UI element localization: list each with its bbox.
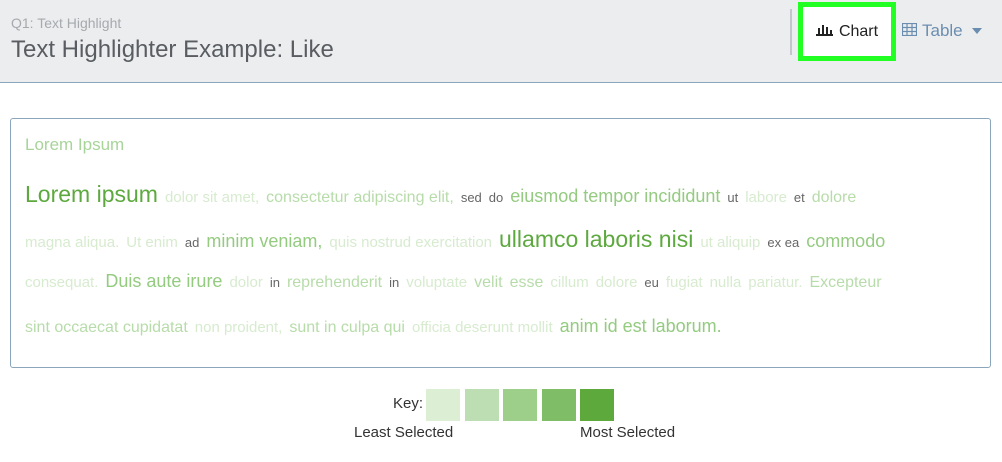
header-divider (790, 9, 792, 55)
highlighted-phrase: labore (745, 189, 787, 206)
highlighted-phrase: sint occaecat cupidatat (25, 319, 188, 336)
highlighted-phrase: magna aliqua. (25, 234, 120, 251)
key-swatch (426, 389, 460, 421)
highlighted-phrase: anim id est laborum. (559, 316, 722, 336)
highlighted-phrase: cillum (550, 274, 589, 291)
caret-down-icon (971, 28, 982, 34)
header: Q1: Text Highlight Text Highlighter Exam… (0, 0, 1002, 83)
word-cloud: Lorem ipsum dolor sit amet, consectetur ad… (25, 181, 980, 356)
highlighted-phrase: Ut enim (126, 234, 178, 251)
text-line: sint occaecat cupidatat non proident, sunt… (25, 316, 980, 356)
highlighted-phrase: dolor (229, 274, 263, 291)
highlighted-phrase: fugiat (665, 274, 703, 291)
highlighted-phrase: non proident, (194, 319, 283, 336)
table-icon (901, 21, 918, 41)
table-button-label: Table (922, 21, 963, 40)
highlighted-phrase: consequat. (25, 274, 99, 291)
highlighted-phrase: ex ea (767, 235, 800, 250)
highlighted-phrase: do (488, 190, 504, 205)
highlighted-phrase: eiusmod tempor incididunt (510, 186, 721, 206)
text-line: Lorem ipsum dolor sit amet, consectetur ad… (25, 181, 980, 226)
key-most-selected: Most Selected (580, 424, 676, 441)
highlighted-phrase: ullamco laboris nisi (499, 226, 694, 252)
highlighted-phrase: ut (727, 190, 739, 205)
highlighted-phrase: dolore (595, 274, 638, 291)
panel-title: Lorem Ipsum (25, 135, 125, 154)
chart-button-label: Chart (838, 22, 879, 40)
highlighted-phrase: pariatur. (748, 274, 803, 291)
highlighted-phrase: quis nostrud exercitation (329, 234, 493, 251)
highlighted-phrase: nulla (709, 274, 742, 291)
highlighted-phrase: in (269, 275, 280, 290)
question-subtitle: Q1: Text Highlight (11, 15, 122, 31)
highlighted-phrase: dolor sit amet, (164, 189, 260, 206)
highlighted-phrase: Excepteur (809, 274, 882, 291)
key-swatch (580, 389, 614, 421)
key-swatch (464, 389, 499, 421)
highlighted-phrase: eu (644, 275, 659, 290)
highlighted-phrase: reprehenderit (286, 274, 383, 291)
text-highlight-panel: Lorem Ipsum Lorem ipsum dolor sit amet, co… (10, 118, 991, 368)
highlighted-phrase: ad (184, 235, 200, 250)
key-swatch (541, 389, 576, 421)
bar-chart-icon (815, 23, 833, 41)
highlighted-phrase: Lorem ipsum (25, 181, 158, 207)
highlighted-phrase: officia deserunt mollit (411, 319, 553, 336)
highlighted-phrase: ut aliquip (700, 234, 761, 251)
highlighted-phrase: sunt in culpa qui (289, 319, 405, 336)
highlighted-phrase: consectetur adipiscing elit, (266, 189, 454, 206)
text-line: consequat. Duis aute irure dolor in reprehen… (25, 271, 980, 316)
highlighted-phrase: et (793, 190, 805, 205)
key-label: Key: (393, 395, 424, 412)
highlighted-phrase: esse (509, 274, 544, 291)
chart-button[interactable]: Chart (798, 2, 896, 61)
key-least-selected: Least Selected (354, 424, 454, 441)
key-swatch (503, 389, 537, 421)
highlighted-phrase: minim veniam, (206, 231, 323, 251)
highlighted-phrase: in (389, 275, 400, 290)
highlighted-phrase: sed (460, 190, 482, 205)
page-title: Text Highlighter Example: Like (11, 36, 334, 63)
highlighted-phrase: commodo (806, 231, 886, 251)
table-dropdown-button[interactable]: Table (901, 20, 982, 42)
highlighted-phrase: dolore (811, 189, 857, 206)
highlighted-phrase: voluptate (406, 274, 468, 291)
highlighted-phrase: velit (474, 274, 503, 291)
highlighted-phrase: Duis aute irure (105, 271, 223, 291)
text-line: magna aliqua. Ut enim ad minim veniam, quis … (25, 226, 980, 271)
